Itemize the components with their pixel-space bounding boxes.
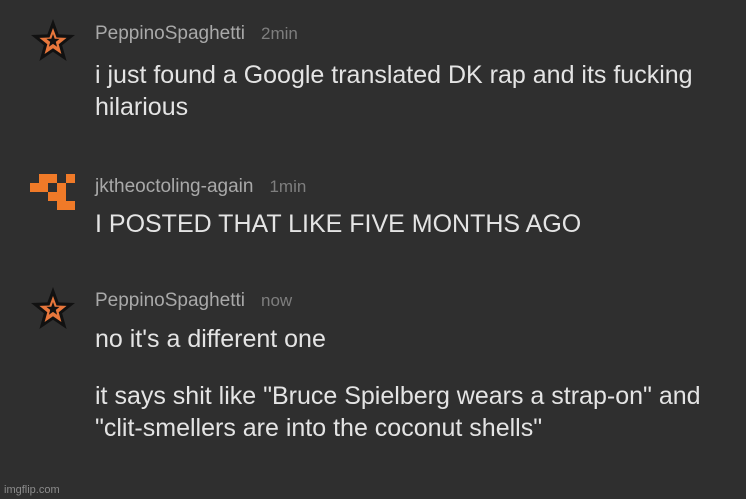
username[interactable]: jktheoctoling-again [95, 176, 253, 197]
star-icon[interactable] [30, 285, 76, 331]
timestamp: 1min [269, 177, 307, 196]
imgflip-watermark: imgflip.com [4, 484, 60, 496]
username[interactable]: PeppinoSpaghetti [95, 290, 245, 311]
message-text: it says shit like "Bruce Spielberg wears… [95, 382, 701, 442]
message-text: I POSTED THAT LIKE FIVE MONTHS AGO [95, 210, 582, 238]
message-text: no it's a different one [95, 325, 326, 353]
star-icon[interactable] [30, 17, 76, 63]
username[interactable]: PeppinoSpaghetti [95, 23, 245, 44]
timestamp: now [261, 291, 293, 310]
timestamp: 2min [261, 24, 298, 43]
pixel-block-icon[interactable] [30, 173, 76, 219]
message-text: i just found a Google translated DK rap … [95, 61, 693, 121]
